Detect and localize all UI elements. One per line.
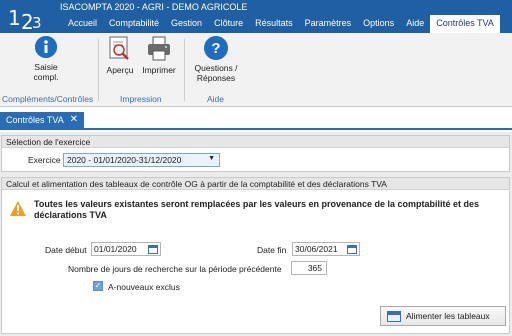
date-fin-value: 30/06/2021 [295,244,338,254]
date-fin-label: Date fin [257,245,287,255]
warning-message: Toutes les valeurs existantes seront rem… [34,199,480,220]
ribbon-group-aide: Aide [207,94,225,104]
saisie-compl-button[interactable]: Saisie compl. [18,36,74,82]
tab-controles-tva-label: Contrôles TVA [6,115,64,125]
apercu-label: Aperçu [106,65,134,75]
date-debut-label: Date début [45,245,87,255]
menu-item-controles-tva[interactable]: Contrôles TVA [430,15,500,33]
menu-item-resultats[interactable]: Résultats [249,15,299,33]
apercu-button[interactable]: Aperçu [103,36,137,75]
saisie-compl-label: Saisie compl. [33,62,59,82]
jours-label: Nombre de jours de recherche sur la péri… [68,264,282,274]
calcul-panel: Calcul et alimentation des tableaux de c… [1,177,510,334]
warning-icon [10,201,26,216]
menu-item-comptabilite[interactable]: Comptabilité [103,15,165,33]
preview-icon [109,36,129,60]
exercice-label: Exercice [28,155,61,165]
anouveaux-checkbox[interactable]: ✓ [93,281,103,291]
menu-item-cloture[interactable]: Clôture [208,15,249,33]
chevron-down-icon: ▼ [208,155,215,162]
logo-digit-3: 3 [32,14,42,32]
menu-item-gestion[interactable]: Gestion [165,15,208,33]
info-icon [35,36,57,58]
tab-controles-tva[interactable]: Contrôles TVA ✕ [0,112,84,130]
ribbon: Saisie compl. Aperçu Imprimer ? Question… [0,33,512,107]
title-bar: 1 2 3 ISACOMPTA 2020 - AGRI - DEMO AGRIC… [0,0,512,34]
jours-field[interactable]: 365 [291,261,327,275]
table-icon [387,310,401,322]
svg-text:?: ? [211,40,220,57]
alimenter-tableaux-label: Alimenter les tableaux [406,311,490,321]
anouveaux-label: A-nouveaux exclus [108,282,180,292]
exercice-panel: Sélection de l'exercice Exercice 2020 - … [1,135,510,172]
help-icon: ? [204,36,228,60]
menu-item-aide[interactable]: Aide [400,15,430,33]
menu-item-options[interactable]: Options [357,15,400,33]
calendar-icon[interactable] [148,245,158,254]
app-logo: 1 2 3 [6,2,46,34]
calendar-icon[interactable] [347,245,357,254]
questions-reponses-label: Questions / Réponses [194,63,238,83]
exercice-select[interactable]: 2020 - 01/01/2020-31/12/2020 ▼ [63,153,220,167]
imprimer-button[interactable]: Imprimer [139,36,179,75]
ribbon-group-impression: Impression [120,94,162,104]
exercice-select-value: 2020 - 01/01/2020-31/12/2020 [67,155,182,165]
imprimer-label: Imprimer [142,65,176,75]
document-tab-strip: Contrôles TVA ✕ [0,110,512,130]
date-fin-field[interactable]: 30/06/2021 [292,242,360,256]
ribbon-separator [184,39,185,101]
main-content: Sélection de l'exercice Exercice 2020 - … [0,132,512,336]
ribbon-group-complements: Compléments/Contrôles [2,94,94,104]
main-menu: Accueil Comptabilité Gestion Clôture Rés… [62,15,500,33]
logo-digit-1: 1 [8,6,21,30]
date-debut-field[interactable]: 01/01/2020 [91,242,161,256]
printer-icon [148,36,170,61]
date-debut-value: 01/01/2020 [94,244,137,254]
calcul-panel-title: Calcul et alimentation des tableaux de c… [2,178,509,190]
alimenter-tableaux-button[interactable]: Alimenter les tableaux [380,306,506,326]
questions-reponses-button[interactable]: ? Questions / Réponses [188,36,244,83]
close-icon[interactable]: ✕ [70,114,78,125]
ribbon-separator [98,39,99,101]
exercice-panel-title: Sélection de l'exercice [2,136,509,148]
app-title: ISACOMPTA 2020 - AGRI - DEMO AGRICOLE [60,2,248,12]
menu-item-parametres[interactable]: Paramètres [299,15,358,33]
menu-item-accueil[interactable]: Accueil [62,15,103,33]
